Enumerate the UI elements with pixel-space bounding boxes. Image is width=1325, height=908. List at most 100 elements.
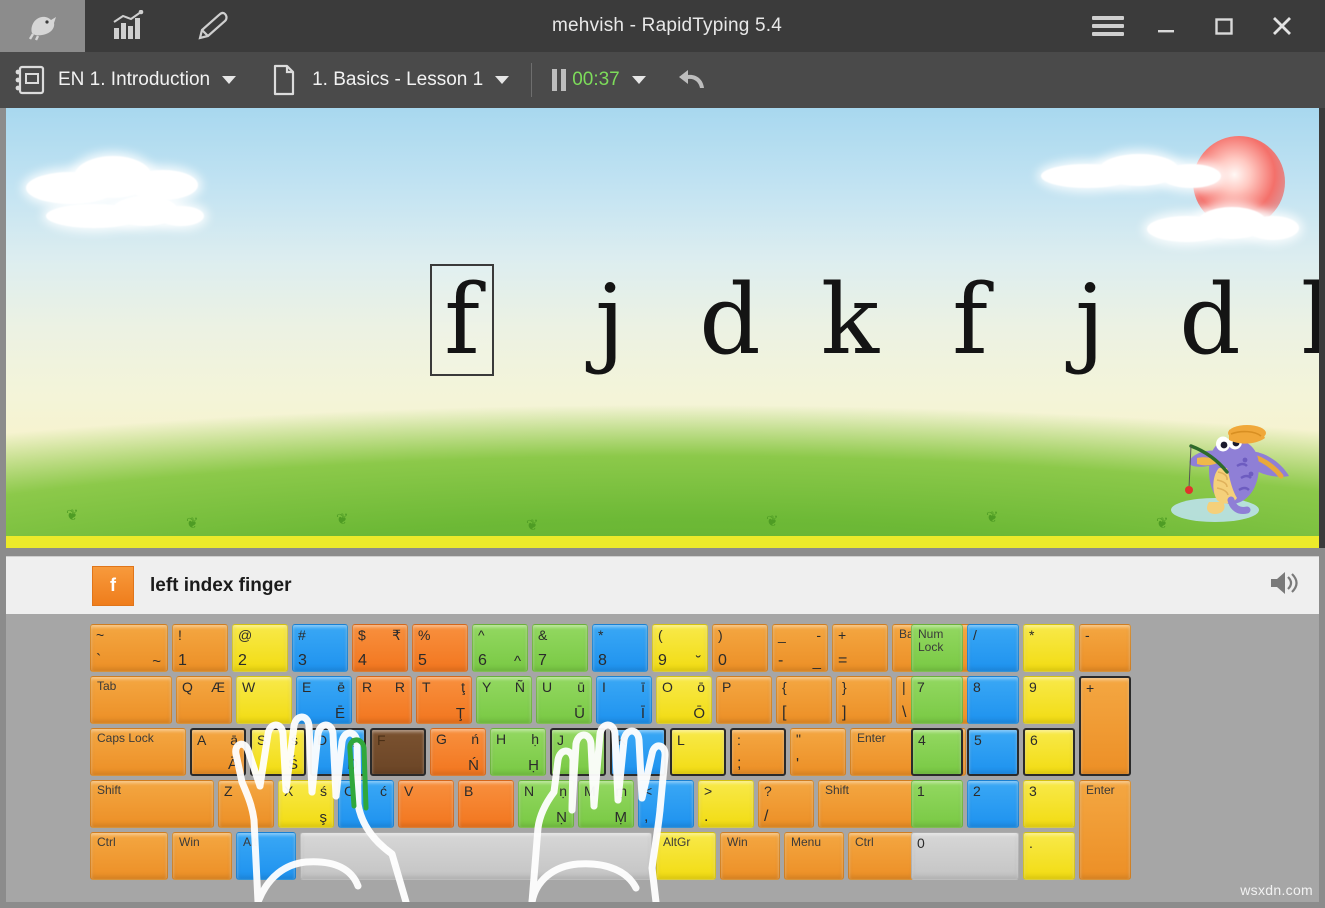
sound-toggle-button[interactable]: [1267, 568, 1301, 603]
key-6[interactable]: 6: [1023, 728, 1075, 776]
key-v[interactable]: V: [398, 780, 454, 828]
key-1[interactable]: 1: [911, 780, 963, 828]
key-u[interactable]: UūŪ: [536, 676, 592, 724]
key-7[interactable]: 7: [911, 676, 963, 724]
key-l[interactable]: L: [670, 728, 726, 776]
chevron-down-icon[interactable]: [495, 76, 509, 84]
key-p[interactable]: P: [716, 676, 772, 724]
menu-button[interactable]: [1079, 0, 1137, 52]
key-a[interactable]: AāĀ: [190, 728, 246, 776]
key-w[interactable]: W: [236, 676, 292, 724]
key-<[interactable]: <,: [638, 780, 694, 828]
key-8[interactable]: 8: [967, 676, 1019, 724]
key-.[interactable]: .: [1023, 832, 1075, 880]
key-*[interactable]: *8: [592, 624, 648, 672]
key-![interactable]: !1: [172, 624, 228, 672]
key-0[interactable]: 0: [911, 832, 1019, 880]
keyboard-main-block: ~`~!1@2#3$4₹%5^6^&7*8(9˘)0_--_+=Back Spa…: [90, 624, 1004, 884]
key-o[interactable]: OōŌ: [656, 676, 712, 724]
key-f[interactable]: F: [370, 728, 426, 776]
maximize-button[interactable]: [1195, 0, 1253, 52]
editor-tab[interactable]: [170, 0, 255, 52]
timer-chevron-down-icon[interactable]: [632, 76, 646, 84]
key-n[interactable]: NṇṆ: [518, 780, 574, 828]
key-g[interactable]: GńŃ: [430, 728, 486, 776]
key-r[interactable]: RR: [356, 676, 412, 724]
key-5[interactable]: 5: [967, 728, 1019, 776]
key-b[interactable]: B: [458, 780, 514, 828]
key-{[interactable]: {[: [776, 676, 832, 724]
key-key[interactable]: [300, 832, 652, 880]
key-([interactable]: (9˘: [652, 624, 708, 672]
key-win[interactable]: Win: [720, 832, 780, 880]
lesson-tab[interactable]: [0, 0, 85, 52]
key-h[interactable]: HḥḤ: [490, 728, 546, 776]
pause-button[interactable]: [536, 52, 566, 108]
key-shift[interactable]: Shift: [90, 780, 214, 828]
key-j[interactable]: J: [550, 728, 606, 776]
key-~[interactable]: ~`~: [90, 624, 168, 672]
key-menu[interactable]: Menu: [784, 832, 844, 880]
key-legend-tl: %: [418, 627, 430, 643]
statistics-tab[interactable]: [85, 0, 170, 52]
hint-key-badge: f: [92, 566, 134, 606]
key-"[interactable]: "': [790, 728, 846, 776]
key-altgr[interactable]: AltGr: [656, 832, 716, 880]
key-#[interactable]: #3: [292, 624, 348, 672]
key-/[interactable]: /: [967, 624, 1019, 672]
restart-button[interactable]: [664, 52, 722, 108]
key-_[interactable]: _--_: [772, 624, 828, 672]
key-win[interactable]: Win: [172, 832, 232, 880]
key-ctrl[interactable]: Ctrl: [848, 832, 914, 880]
key-legend-bl: 2: [238, 652, 247, 670]
key-&[interactable]: &7: [532, 624, 588, 672]
key-*[interactable]: *: [1023, 624, 1075, 672]
key-s[interactable]: SśŚ: [250, 728, 306, 776]
key-caps-lock[interactable]: Caps Lock: [90, 728, 186, 776]
key-enter[interactable]: Enter: [1079, 780, 1131, 880]
key-y[interactable]: YÑ: [476, 676, 532, 724]
document-icon: [254, 63, 312, 97]
key-)[interactable]: )0: [712, 624, 768, 672]
key-alt[interactable]: Alt: [236, 832, 296, 880]
key-+[interactable]: +=: [832, 624, 888, 672]
key-tab[interactable]: Tab: [90, 676, 172, 724]
minimize-button[interactable]: [1137, 0, 1195, 52]
key-}[interactable]: }]: [836, 676, 892, 724]
key-%[interactable]: %5: [412, 624, 468, 672]
key-k[interactable]: K: [610, 728, 666, 776]
key-z[interactable]: Z: [218, 780, 274, 828]
key-2[interactable]: 2: [967, 780, 1019, 828]
pen-icon: [194, 10, 232, 42]
key-m[interactable]: MṃṂ: [578, 780, 634, 828]
course-label: EN 1. Introduction: [58, 69, 210, 91]
key-x[interactable]: Xśş: [278, 780, 334, 828]
key-i[interactable]: IīĪ: [596, 676, 652, 724]
key-$[interactable]: $4₹: [352, 624, 408, 672]
key-d[interactable]: DḍḌ: [310, 728, 366, 776]
key-9[interactable]: 9: [1023, 676, 1075, 724]
key--[interactable]: -: [1079, 624, 1131, 672]
key-?[interactable]: ?/: [758, 780, 814, 828]
key-q[interactable]: QÆ: [176, 676, 232, 724]
key-e[interactable]: EēĒ: [296, 676, 352, 724]
key-num-lock[interactable]: Num Lock: [911, 624, 963, 672]
key->[interactable]: >.: [698, 780, 754, 828]
course-selector[interactable]: EN 1. Introduction: [0, 52, 254, 108]
key-legend-tl: ^: [478, 627, 485, 643]
key-t[interactable]: TţŢ: [416, 676, 472, 724]
key-legend-nm: Caps Lock: [97, 732, 154, 745]
key-4[interactable]: 4: [911, 728, 963, 776]
grass-tuft: ❦: [986, 508, 999, 526]
key-+[interactable]: +: [1079, 676, 1131, 776]
key-@[interactable]: @2: [232, 624, 288, 672]
key-c[interactable]: Cć: [338, 780, 394, 828]
lesson-selector[interactable]: 1. Basics - Lesson 1: [254, 52, 527, 108]
key-^[interactable]: ^6^: [472, 624, 528, 672]
key-:[interactable]: :;: [730, 728, 786, 776]
close-button[interactable]: [1253, 0, 1311, 52]
key-ctrl[interactable]: Ctrl: [90, 832, 168, 880]
key-legend-tl: C: [344, 783, 354, 799]
key-3[interactable]: 3: [1023, 780, 1075, 828]
chevron-down-icon[interactable]: [222, 76, 236, 84]
